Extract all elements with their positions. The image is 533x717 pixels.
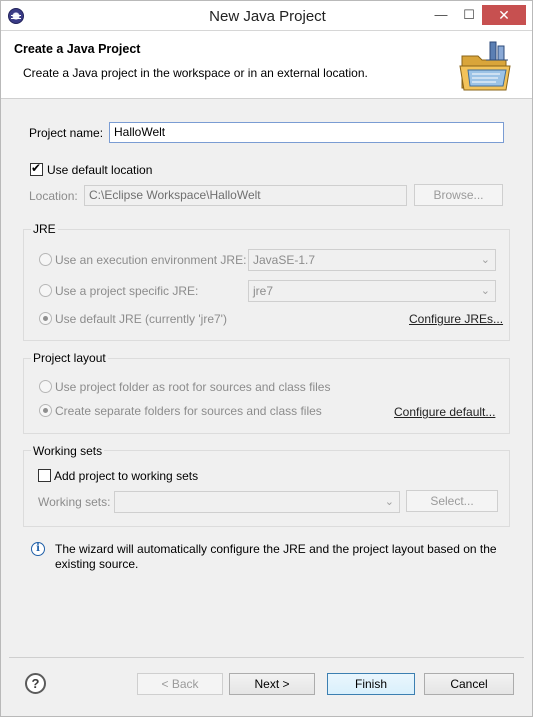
project-folder-root-radio[interactable] [39, 380, 52, 393]
jre-group-title: JRE [31, 222, 58, 236]
footer-separator [9, 657, 524, 658]
project-layout-group-title: Project layout [31, 351, 108, 365]
separate-folders-label: Create separate folders for sources and … [55, 404, 322, 418]
new-java-project-dialog: New Java Project — ☐ ✕ Create a Java Pro… [0, 0, 533, 717]
default-jre-radio[interactable] [39, 312, 52, 325]
working-sets-select[interactable]: ⌄ [114, 491, 400, 513]
project-specific-jre-value: jre7 [253, 284, 274, 298]
project-name-label: Project name: [29, 126, 104, 140]
info-icon: i [31, 542, 45, 556]
next-button[interactable]: Next > [229, 673, 315, 695]
info-message: The wizard will automatically configure … [55, 542, 497, 571]
execution-environment-select[interactable]: JavaSE-1.7 ⌄ [248, 249, 496, 271]
project-folder-root-label: Use project folder as root for sources a… [55, 380, 331, 394]
help-icon[interactable]: ? [25, 673, 46, 694]
cancel-button[interactable]: Cancel [424, 673, 514, 695]
title-bar: New Java Project — ☐ ✕ [1, 1, 532, 31]
use-default-location-label: Use default location [47, 163, 153, 177]
finish-button[interactable]: Finish [327, 673, 415, 695]
chevron-down-icon: ⌄ [384, 496, 394, 508]
project-layout-group [23, 358, 510, 434]
add-to-working-sets-checkbox[interactable] [38, 469, 51, 482]
project-specific-jre-label: Use a project specific JRE: [55, 284, 199, 298]
configure-jres-link[interactable]: Configure JREs... [409, 312, 503, 326]
banner-title: Create a Java Project [14, 42, 141, 56]
separate-folders-radio[interactable] [39, 404, 52, 417]
project-specific-jre-select[interactable]: jre7 ⌄ [248, 280, 496, 302]
project-name-input[interactable]: HalloWelt [109, 122, 504, 143]
select-working-sets-button[interactable]: Select... [406, 490, 498, 512]
wizard-banner: Create a Java Project Create a Java proj… [1, 31, 532, 99]
working-sets-group-title: Working sets [31, 444, 105, 458]
project-specific-jre-radio[interactable] [39, 284, 52, 297]
configure-default-link[interactable]: Configure default... [394, 405, 495, 419]
location-input[interactable]: C:\Eclipse Workspace\HalloWelt [84, 185, 407, 206]
chevron-down-icon: ⌄ [480, 285, 490, 297]
working-sets-group [23, 450, 510, 527]
banner-description: Create a Java project in the workspace o… [23, 66, 368, 80]
execution-environment-radio[interactable] [39, 253, 52, 266]
use-default-location-checkbox[interactable] [30, 161, 43, 176]
execution-environment-label: Use an execution environment JRE: [55, 253, 247, 267]
minimize-button[interactable]: — [428, 5, 454, 25]
close-button[interactable]: ✕ [482, 5, 526, 25]
new-java-project-folder-icon [459, 41, 511, 91]
working-sets-label: Working sets: [38, 495, 111, 509]
location-label: Location: [29, 189, 78, 203]
maximize-button[interactable]: ☐ [456, 5, 482, 25]
default-jre-label: Use default JRE (currently 'jre7') [55, 312, 227, 326]
add-to-working-sets-label: Add project to working sets [54, 469, 199, 483]
chevron-down-icon: ⌄ [480, 254, 490, 266]
browse-button[interactable]: Browse... [414, 184, 503, 206]
execution-environment-value: JavaSE-1.7 [253, 253, 316, 267]
back-button[interactable]: < Back [137, 673, 223, 695]
